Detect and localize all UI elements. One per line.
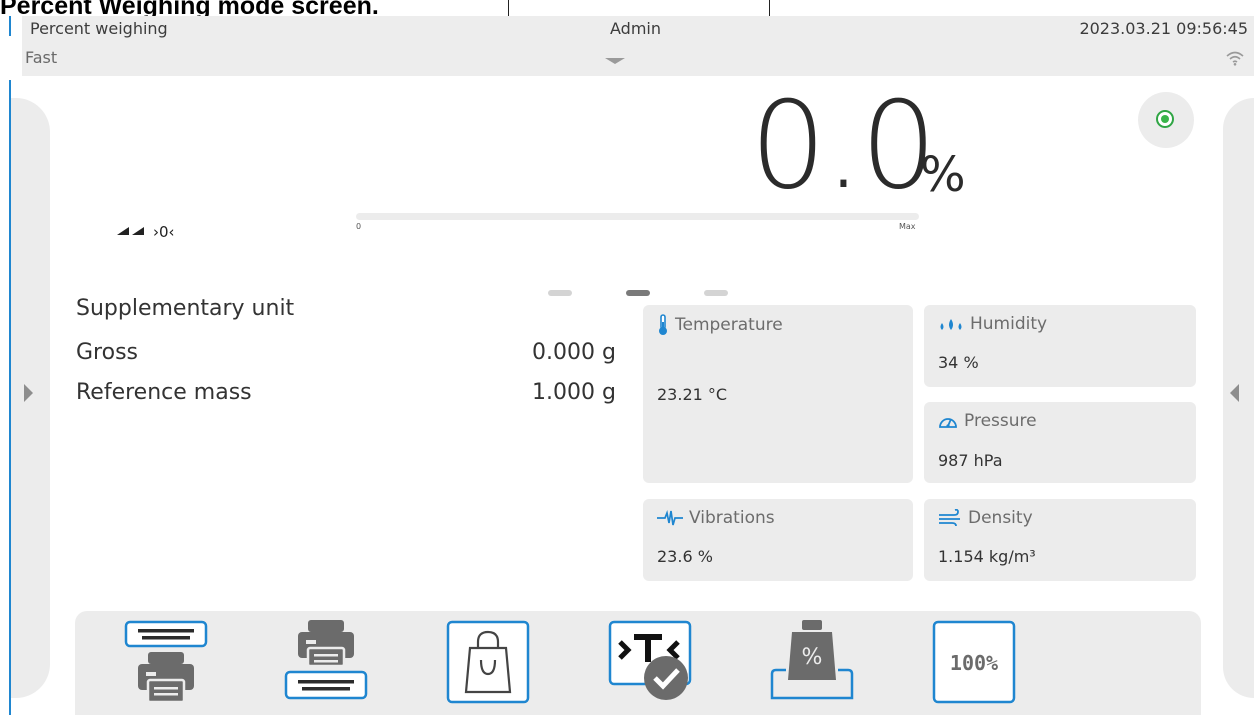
- date-time: 2023.03.21 09:56:45: [1079, 19, 1248, 38]
- vibrations-tile[interactable]: Vibrations 23.6 %: [643, 499, 913, 581]
- hundred-percent-icon: 100%: [932, 620, 1016, 704]
- density-title: Density: [968, 508, 1033, 528]
- reference-percent-button[interactable]: %: [768, 614, 856, 704]
- print-header-button[interactable]: [122, 614, 210, 704]
- page-indicator-3[interactable]: [704, 290, 728, 296]
- percent-weight-icon: %: [770, 620, 854, 700]
- weighing-bargraph: [356, 213, 919, 220]
- level-ok-icon: [1156, 110, 1174, 128]
- tare-container-button[interactable]: [444, 614, 532, 704]
- page-indicator-2-active[interactable]: [626, 290, 650, 296]
- logged-user[interactable]: Admin: [610, 19, 661, 38]
- info-value: 1.000 g: [532, 380, 616, 405]
- vibrations-value: 23.6 %: [657, 547, 713, 566]
- zero-indicator: ›0‹: [153, 223, 175, 241]
- wifi-icon: [1226, 51, 1244, 66]
- vibration-icon: [657, 510, 683, 526]
- frame-edge: [9, 16, 11, 36]
- tare-confirm-button[interactable]: [606, 614, 694, 704]
- temperature-value: 23.21 °C: [657, 385, 728, 404]
- submode-name: Fast: [25, 48, 58, 67]
- pressure-title: Pressure: [964, 411, 1037, 431]
- bargraph-min-label: 0: [356, 222, 362, 231]
- humidity-tile[interactable]: Humidity 34 %: [924, 305, 1196, 387]
- pressure-gauge-icon: [939, 418, 957, 428]
- shopping-bag-icon: [446, 620, 530, 704]
- density-tile[interactable]: Density 1.154 kg/m³: [924, 499, 1196, 581]
- info-label: Supplementary unit: [76, 296, 295, 321]
- print-footer-icon: [284, 620, 368, 700]
- mode-name[interactable]: Percent weighing: [30, 19, 168, 38]
- info-value: 0.000 g: [532, 340, 616, 365]
- vibrations-title: Vibrations: [689, 508, 775, 528]
- humidity-value: 34 %: [938, 353, 979, 372]
- weighing-result-value: 0.0: [750, 77, 937, 216]
- density-value: 1.154 kg/m³: [938, 547, 1036, 566]
- tare-check-icon: [608, 620, 692, 700]
- stability-zero-indicators: ›0‹: [117, 223, 175, 241]
- svg-text:%: %: [802, 645, 823, 670]
- print-header-icon: [124, 620, 208, 704]
- humidity-drops-icon: [940, 319, 962, 330]
- temperature-tile[interactable]: Temperature 23.21 °C: [643, 305, 913, 483]
- wind-density-icon: [939, 509, 960, 527]
- set-100-percent-button[interactable]: 100%: [930, 614, 1018, 704]
- stable-indicator-icon: [117, 227, 129, 235]
- dropdown-arrow-icon[interactable]: [605, 58, 625, 64]
- bargraph-max-label: Max: [899, 222, 916, 231]
- svg-text:100%: 100%: [950, 651, 998, 675]
- weighing-result-unit[interactable]: %: [920, 150, 966, 200]
- status-bar[interactable]: Percent weighing Fast Admin 2023.03.21 0…: [22, 16, 1254, 76]
- pressure-value: 987 hPa: [938, 451, 1003, 470]
- level-status-button[interactable]: [1138, 92, 1194, 148]
- humidity-title: Humidity: [970, 314, 1048, 334]
- print-footer-button[interactable]: [282, 614, 370, 704]
- temperature-title: Temperature: [675, 315, 783, 335]
- info-label: Gross: [76, 340, 138, 365]
- expand-right-arrow-icon[interactable]: [1230, 384, 1239, 402]
- thermometer-icon: [659, 314, 667, 335]
- page-indicator-1[interactable]: [548, 290, 572, 296]
- pressure-tile[interactable]: Pressure 987 hPa: [924, 402, 1196, 483]
- info-label: Reference mass: [76, 380, 252, 405]
- expand-left-arrow-icon[interactable]: [24, 384, 33, 402]
